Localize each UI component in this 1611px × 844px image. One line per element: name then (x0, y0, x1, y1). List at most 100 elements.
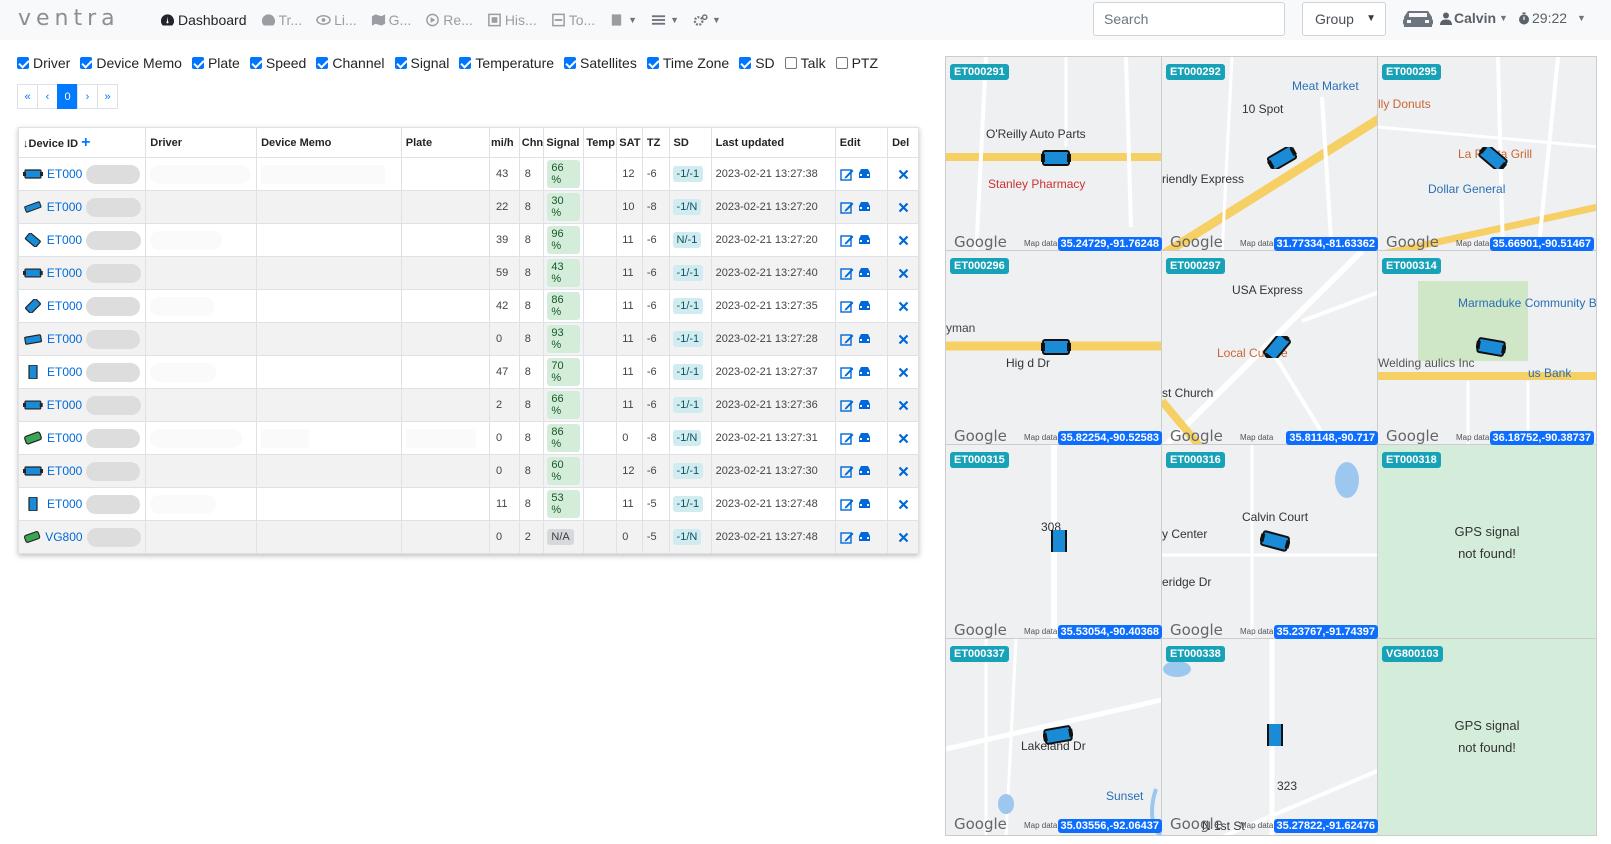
toggle-talk[interactable]: Talk (784, 55, 826, 71)
map-tile-label[interactable]: ET000291 (950, 64, 1009, 80)
delete-x-icon[interactable] (898, 499, 909, 510)
map-data-attribution[interactable]: Map data (1024, 433, 1057, 442)
checkbox[interactable] (784, 57, 797, 69)
checkbox[interactable] (459, 57, 472, 69)
checkbox[interactable] (394, 57, 407, 69)
device-id-link[interactable]: ET000 (47, 200, 82, 214)
group-select[interactable]: Group ▼ (1302, 2, 1386, 36)
vehicle-marker-icon[interactable] (1260, 530, 1290, 552)
vehicle-marker-icon[interactable] (1262, 336, 1292, 358)
map-data-attribution[interactable]: Map data (1024, 239, 1057, 248)
vehicle-marker-icon[interactable] (1476, 336, 1506, 358)
map-tile-et000297[interactable]: ET000297 USA Express Local Culture st Churc… (1161, 250, 1381, 448)
vehicle-marker-icon[interactable] (1041, 336, 1071, 358)
page-next-button[interactable]: › (77, 84, 98, 109)
col-plate[interactable]: Plate (400, 127, 491, 158)
map-data-attribution[interactable]: Map data (1240, 821, 1273, 830)
vehicle-marker-icon[interactable] (1478, 147, 1508, 169)
checkbox[interactable] (191, 57, 204, 69)
car-settings-icon[interactable] (857, 366, 872, 378)
nav-item-track[interactable]: Tr... (261, 12, 302, 28)
nav-dropdown-settings[interactable]: ▼ (693, 13, 721, 27)
edit-icon[interactable] (840, 168, 854, 181)
col-tz[interactable]: TZ (641, 127, 670, 158)
map-tile-et000337[interactable]: ET000337 Lakeland Dr Sunset Google Map data 3… (945, 638, 1165, 836)
brand-logo[interactable]: ventra (18, 6, 120, 31)
map-tile-label[interactable]: VG800103 (1382, 646, 1443, 662)
vehicle-marker-icon[interactable] (1043, 724, 1073, 746)
map-tile-label[interactable]: ET000297 (1166, 258, 1225, 274)
map-tile-label[interactable]: ET000292 (1166, 64, 1225, 80)
edit-icon[interactable] (840, 498, 854, 511)
delete-x-icon[interactable] (898, 367, 909, 378)
toggle-sd[interactable]: SD (739, 55, 775, 71)
device-id-link[interactable]: ET000 (47, 431, 82, 445)
nav-item-replay[interactable]: Re... (425, 12, 473, 28)
delete-x-icon[interactable] (898, 532, 909, 543)
edit-icon[interactable] (840, 234, 854, 247)
car-settings-icon[interactable] (857, 201, 872, 213)
device-id-link[interactable]: ET000 (47, 233, 82, 247)
car-settings-icon[interactable] (857, 234, 872, 246)
edit-icon[interactable] (840, 300, 854, 313)
map-tile-label[interactable]: ET000337 (950, 646, 1009, 662)
checkbox[interactable] (646, 57, 659, 69)
delete-x-icon[interactable] (898, 433, 909, 444)
col-driver[interactable]: Driver (145, 127, 258, 158)
car-settings-icon[interactable] (857, 531, 872, 543)
nav-item-history[interactable]: His... (487, 12, 537, 28)
map-tile-vg800103[interactable]: VG800103 GPS signal not found! (1377, 638, 1597, 836)
session-timer[interactable]: 29:22 ▼ (1518, 10, 1586, 26)
device-id-link[interactable]: ET000 (47, 398, 82, 412)
device-id-link[interactable]: ET000 (47, 266, 82, 280)
map-data-attribution[interactable]: Map data (1456, 239, 1489, 248)
car-settings-icon[interactable] (857, 399, 872, 411)
search-input[interactable] (1093, 2, 1285, 36)
edit-icon[interactable] (840, 531, 854, 544)
toggle-time-zone[interactable]: Time Zone (646, 55, 729, 71)
map-tile-et000295[interactable]: ET000295lly DonutsLa Fiesta GrillDollar … (1377, 56, 1597, 254)
edit-icon[interactable] (840, 366, 854, 379)
map-tile-et000314[interactable]: ET000314 Marmaduke Community Building... W… (1377, 250, 1597, 448)
vehicle-marker-icon[interactable] (1044, 530, 1074, 552)
col-temp[interactable]: Temp (583, 127, 618, 158)
map-tile-et000292[interactable]: ET000292 Meat Market 10 Spot riendly Expres… (1161, 56, 1381, 254)
edit-icon[interactable] (840, 399, 854, 412)
checkbox[interactable] (739, 57, 752, 69)
nav-dropdown-book[interactable]: ▼ (609, 13, 637, 27)
map-tile-label[interactable]: ET000295 (1382, 64, 1441, 80)
nav-item-geofence[interactable]: G... (371, 12, 411, 28)
delete-x-icon[interactable] (898, 301, 909, 312)
map-tile-et000296[interactable]: ET000296 yman Hig d Dr Google Map data 35.822… (945, 250, 1165, 448)
car-settings-icon[interactable] (857, 498, 872, 510)
car-settings-icon[interactable] (857, 432, 872, 444)
delete-x-icon[interactable] (898, 235, 909, 246)
map-data-attribution[interactable]: Map data (1240, 627, 1273, 636)
map-tile-et000318[interactable]: ET000318 GPS signal not found! (1377, 444, 1597, 642)
map-data-attribution[interactable]: Map data (1024, 627, 1057, 636)
checkbox[interactable] (564, 57, 577, 69)
map-tile-label[interactable]: ET000338 (1166, 646, 1225, 662)
edit-icon[interactable] (840, 267, 854, 280)
page-prev-button[interactable]: ‹ (37, 84, 58, 109)
delete-x-icon[interactable] (898, 400, 909, 411)
nav-dropdown-menu[interactable]: ▼ (651, 13, 679, 27)
toggle-speed[interactable]: Speed (249, 55, 306, 71)
toggle-temperature[interactable]: Temperature (459, 55, 554, 71)
device-id-link[interactable]: ET000 (47, 299, 82, 313)
map-data-attribution[interactable]: Map data (1240, 433, 1273, 442)
edit-icon[interactable] (840, 201, 854, 214)
toggle-signal[interactable]: Signal (394, 55, 449, 71)
device-id-link[interactable]: ET000 (47, 497, 82, 511)
toggle-driver[interactable]: Driver (17, 55, 70, 71)
user-menu[interactable]: Calvin ▼ (1440, 10, 1508, 26)
car-settings-icon[interactable] (857, 333, 872, 345)
col-last-updated[interactable]: Last updated (710, 127, 836, 158)
checkbox[interactable] (17, 57, 29, 69)
checkbox[interactable] (835, 57, 848, 69)
delete-x-icon[interactable] (898, 202, 909, 213)
delete-x-icon[interactable] (898, 334, 909, 345)
device-id-link[interactable]: VG800 (45, 530, 82, 544)
vehicle-marker-icon[interactable] (1267, 147, 1297, 169)
page-first-button[interactable]: « (17, 84, 38, 109)
